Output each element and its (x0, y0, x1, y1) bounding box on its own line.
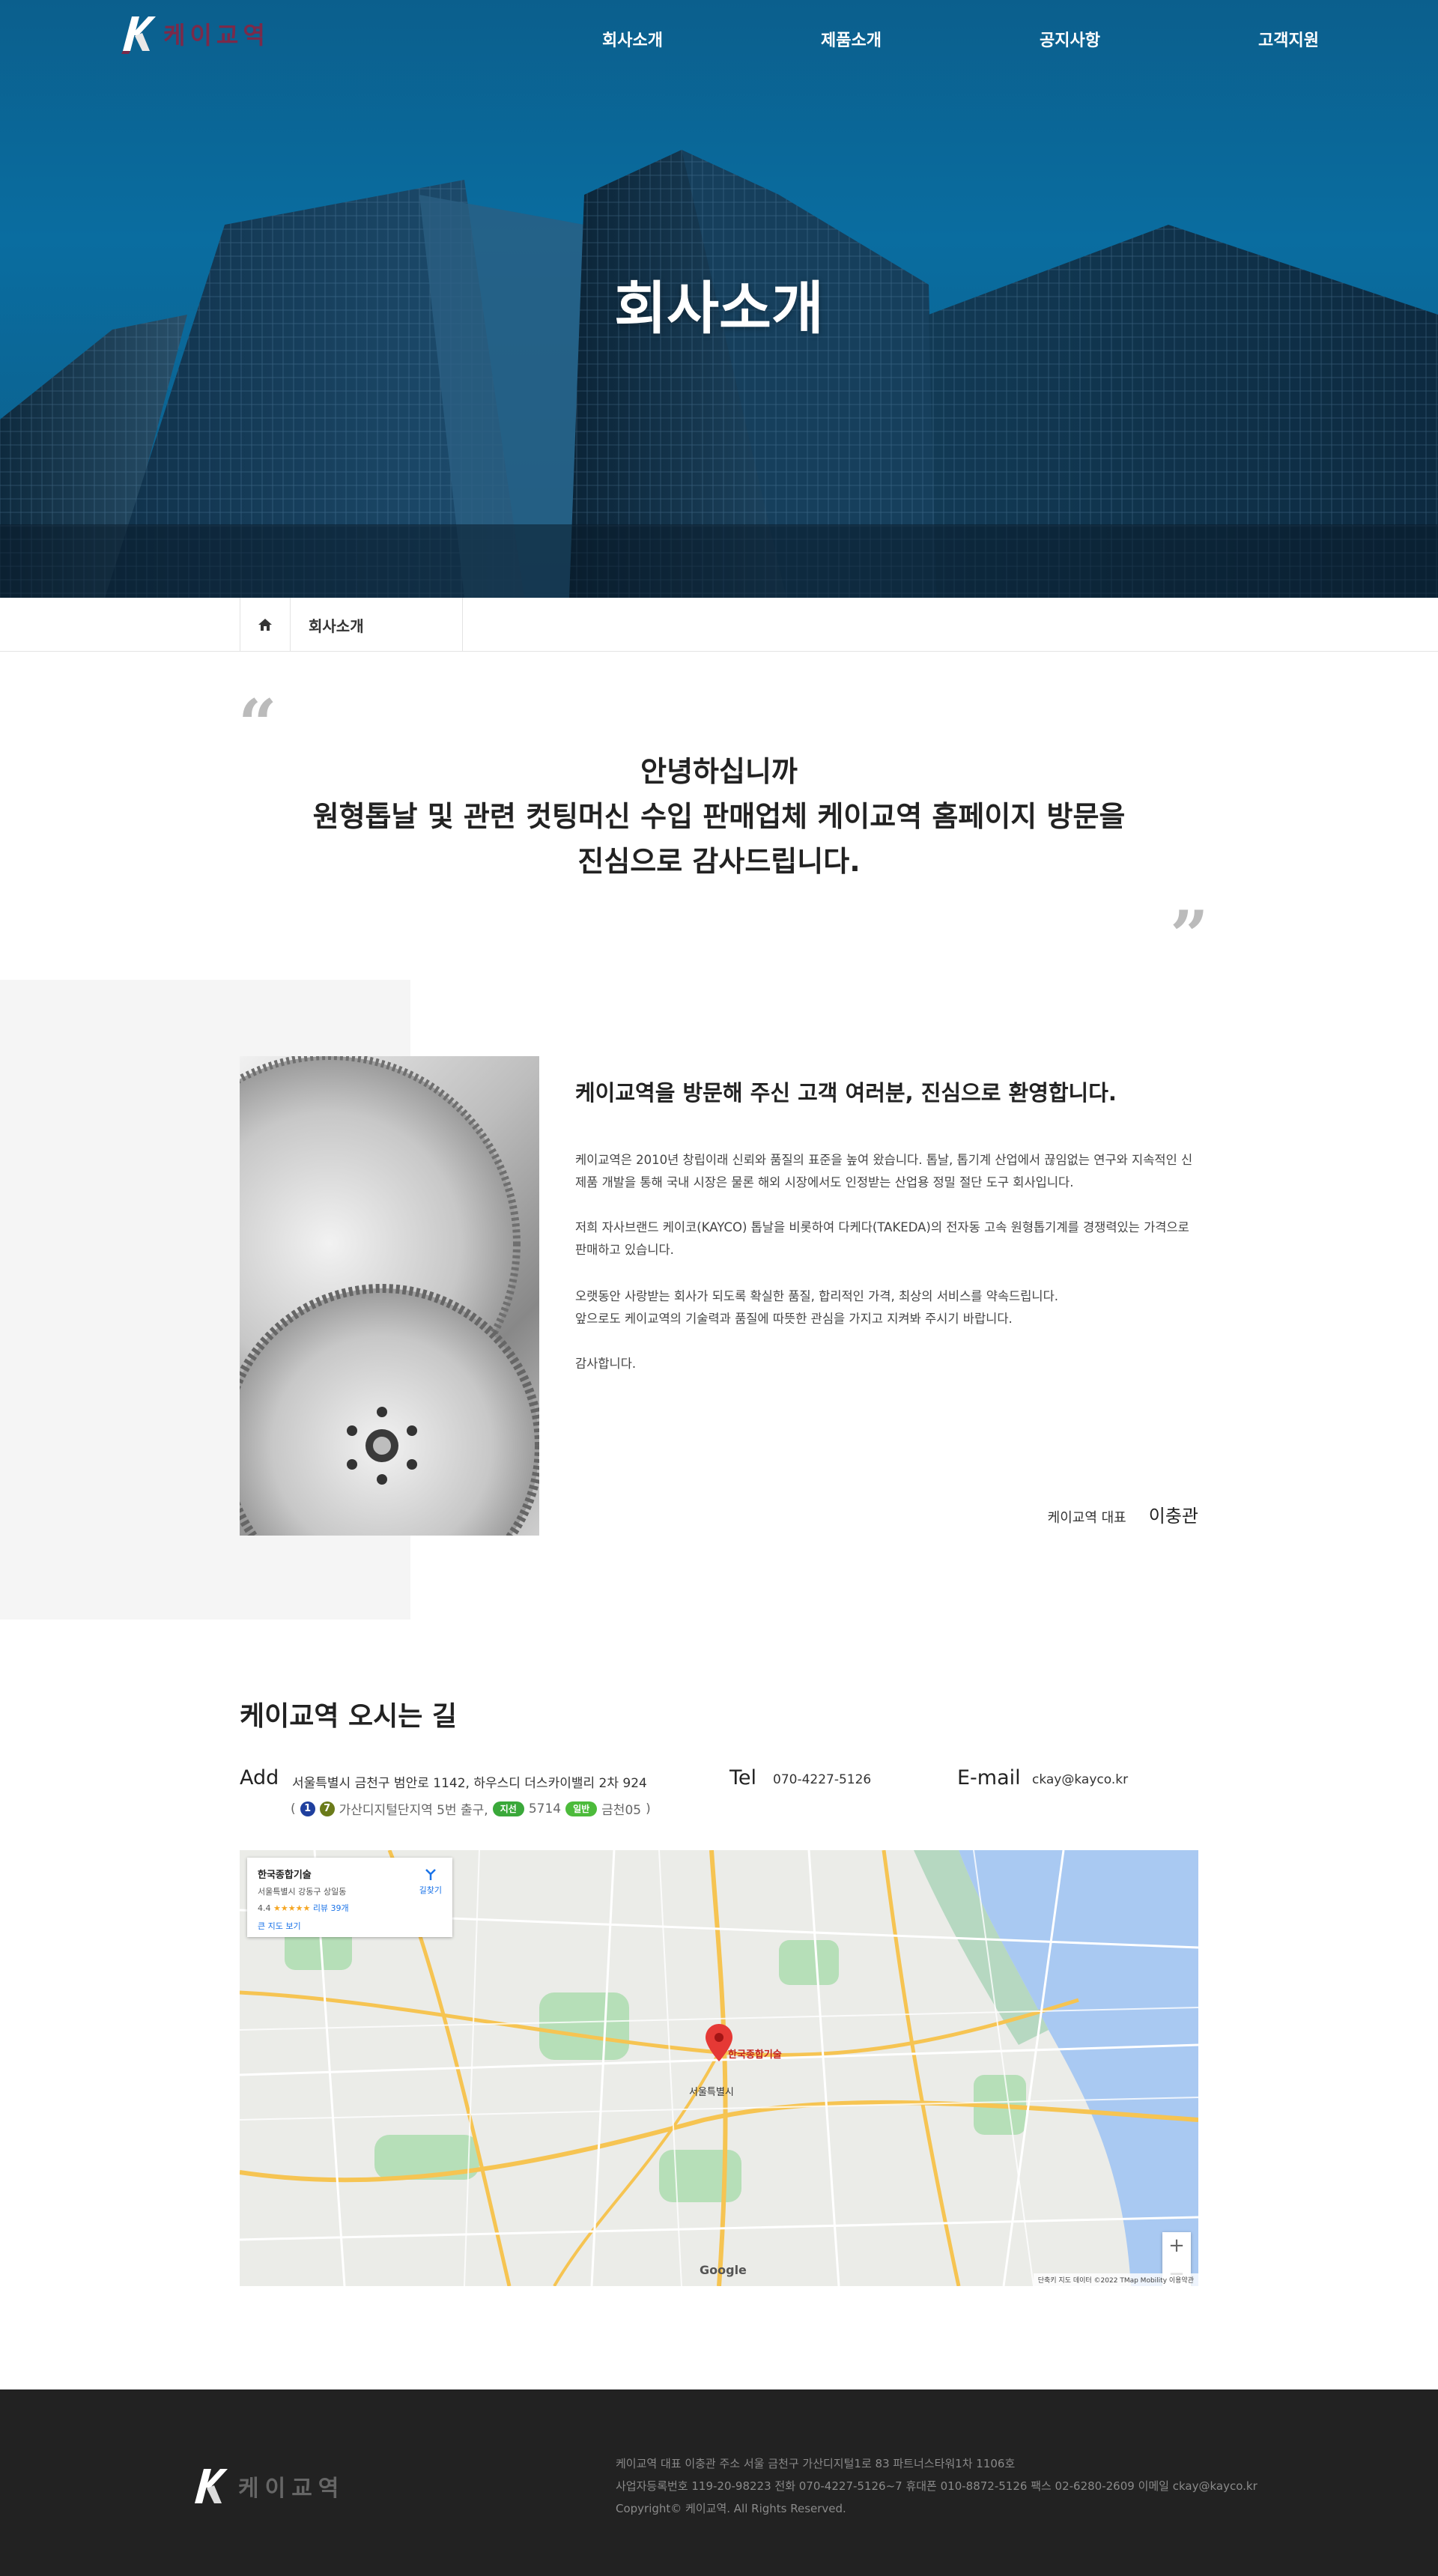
map-rating-stars: ★★★★★ (273, 1903, 311, 1913)
map-city-label: 서울특별시 (689, 2087, 734, 2098)
quote-open-icon: “ (238, 685, 277, 764)
hero-banner: 케이교역 회사소개 제품소개 공지사항 고객지원 회사소개 (0, 0, 1438, 598)
hero-title: 회사소개 (614, 275, 824, 342)
location-title: 케이교역 오시는 길 (240, 1701, 458, 1732)
ceo-role: 케이교역 대표 (1047, 1510, 1126, 1526)
nav-item-support[interactable]: 고객지원 (1258, 27, 1319, 51)
map-attribution[interactable]: 단축키 지도 데이터 ©2022 TMap Mobility 이용약관 (1033, 2273, 1198, 2286)
tel-label: Tel (729, 1766, 757, 1789)
transit-close-paren: ) (646, 1801, 651, 1816)
map-place-address: 서울특별시 강동구 상일동 (258, 1887, 347, 1897)
email-value: ckay@kayco.kr (1032, 1772, 1129, 1787)
footer-copyright: Copyright© 케이교역. All Rights Reserved. (616, 2502, 846, 2515)
map-place-name: 한국종합기술 (258, 1870, 312, 1881)
intro-heading: 케이교역을 방문해 주신 고객 여러분, 진심으로 환영합니다. (575, 1080, 1117, 1106)
home-icon (258, 619, 272, 631)
footer-logo-text: 케이교역 (238, 2476, 345, 2502)
greeting-line-1: 안녕하십니까 (640, 755, 798, 788)
quote-close-icon: ” (1170, 896, 1209, 975)
intro-paragraph-3b: 앞으로도 케이교역의 기술력과 품질에 따뜻한 관심을 가지고 지켜봐 주시기 … (575, 1312, 1013, 1326)
bus-trunk-badge: 지선 (492, 1801, 524, 1816)
nav-item-company[interactable]: 회사소개 (602, 27, 663, 51)
location-map[interactable]: 한국종합기술 서울특별시 강동구 상일동 4.4 ★★★★★ 리뷰 39개 큰 … (240, 1850, 1198, 2286)
footer-info-line-1: 케이교역 대표 이충관 주소 서울 금천구 가산디지털1로 83 파트너스타워1… (616, 2457, 1016, 2470)
breadcrumb-current[interactable]: 회사소개 (291, 598, 463, 652)
transit-open-paren: ( (291, 1801, 296, 1816)
subway-line-1-badge: 1 (300, 1801, 315, 1816)
bus-normal-badge: 일반 (565, 1801, 598, 1816)
footer-info-line-2: 사업자등록번호 119-20-98223 전화 070-4227-5126~7 … (616, 2479, 1258, 2493)
station-text: 가산디지털단지역 5번 출구, (339, 1803, 488, 1818)
address-label: Add (240, 1766, 279, 1789)
transit-info: ( 1 7 가산디지털단지역 5번 출구, 지선 5714 일반 금천05 ) (291, 1799, 651, 1818)
bus-normal-number: 금천05 (601, 1803, 642, 1818)
breadcrumb: 회사소개 (0, 598, 1438, 652)
email-label: E-mail (957, 1766, 1021, 1789)
directions-icon (425, 1869, 436, 1880)
intro-paragraph-4: 감사합니다. (575, 1357, 637, 1371)
greeting-line-3: 진심으로 감사드립니다. (577, 845, 861, 878)
footer: 케이교역 케이교역 대표 이충관 주소 서울 금천구 가산디지털1로 83 파트… (0, 2389, 1438, 2576)
map-pin-label: 한국종합기술 (728, 2049, 782, 2061)
map-rating: 4.4 ★★★★★ 리뷰 39개 (258, 1902, 442, 1914)
ceo-name: 이충관 (1148, 1506, 1198, 1527)
nav-item-notice[interactable]: 공지사항 (1040, 27, 1100, 51)
intro-paragraph-1: 케이교역은 2010년 창립이래 신뢰와 품질의 표준을 높여 왔습니다. 톱날… (575, 1153, 1193, 1189)
map-directions-label: 길찾기 (419, 1885, 442, 1895)
google-logo: Google (700, 2263, 747, 2277)
ceo-signature: 케이교역 대표 이충관 (1048, 1501, 1198, 1527)
map-place-card: 한국종합기술 서울특별시 강동구 상일동 4.4 ★★★★★ 리뷰 39개 큰 … (247, 1858, 452, 1937)
footer-info: 케이교역 대표 이충관 주소 서울 금천구 가산디지털1로 83 파트너스타워1… (616, 2452, 1258, 2520)
intro-paragraph-3a: 오랫동안 사랑받는 회사가 되도록 확실한 품질, 합리적인 가격, 최상의 서… (575, 1289, 1059, 1303)
greeting-text: 안녕하십니까 원형톱날 및 관련 컷팅머신 수입 판매업체 케이교역 홈페이지 … (0, 749, 1438, 884)
intro-paragraph-2: 저희 자사브랜드 케이코(KAYCO) 톱날을 비롯하여 다케다(TAKEDA)… (575, 1220, 1189, 1257)
footer-logo[interactable]: 케이교역 (192, 2466, 345, 2506)
bus-trunk-number: 5714 (528, 1801, 562, 1816)
greeting-line-2: 원형톱날 및 관련 컷팅머신 수입 판매업체 케이교역 홈페이지 방문을 (312, 800, 1126, 833)
saw-blade-image (240, 1056, 539, 1536)
map-rating-value: 4.4 (258, 1903, 271, 1913)
breadcrumb-home[interactable] (240, 598, 291, 652)
map-directions-button[interactable]: 길찾기 (419, 1867, 442, 1896)
map-zoom-in-button[interactable]: + (1162, 2232, 1191, 2261)
address-value: 서울특별시 금천구 범안로 1142, 하우스디 더스카이밸리 2차 924 (292, 1776, 647, 1791)
map-larger-link[interactable]: 큰 지도 보기 (258, 1920, 442, 1932)
subway-line-7-badge: 7 (319, 1801, 335, 1816)
nav-item-products[interactable]: 제품소개 (821, 27, 882, 51)
map-reviews-link[interactable]: 리뷰 39개 (313, 1903, 349, 1913)
tel-value: 070-4227-5126 (773, 1772, 872, 1787)
footer-logo-k-icon (195, 2469, 228, 2503)
main-nav: 회사소개 제품소개 공지사항 고객지원 (0, 27, 1438, 51)
